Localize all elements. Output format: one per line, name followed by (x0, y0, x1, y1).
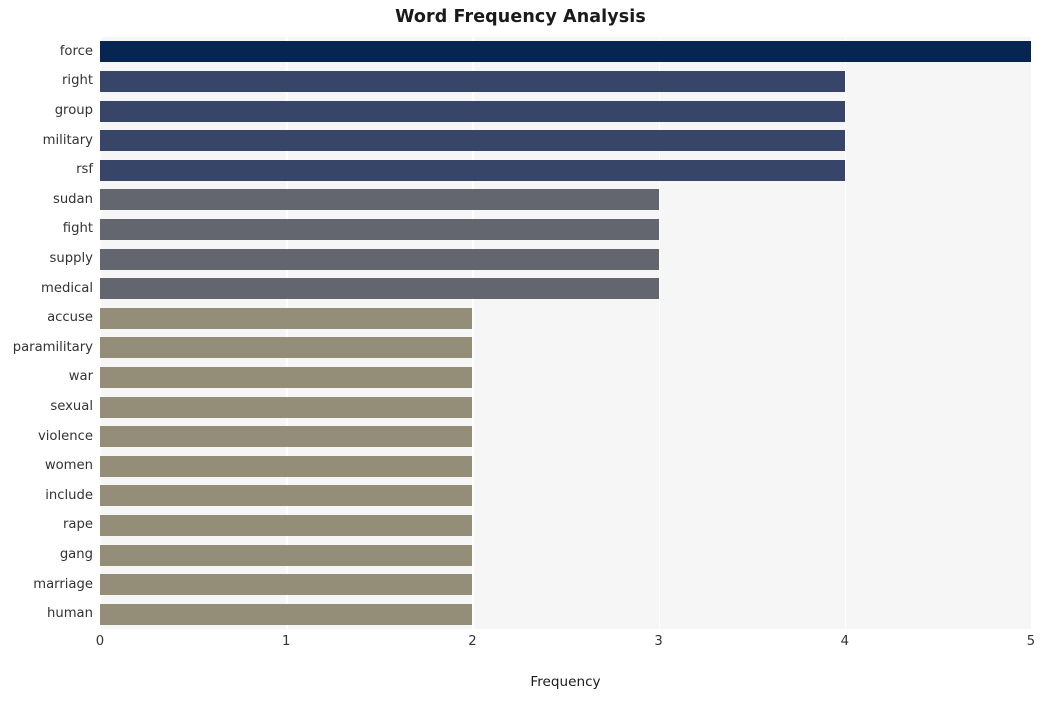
bar-row (100, 218, 1031, 240)
bar-row (100, 159, 1031, 181)
bar-row (100, 574, 1031, 596)
bar-row (100, 544, 1031, 566)
bar-row (100, 603, 1031, 625)
bar-row (100, 130, 1031, 152)
bar-row (100, 337, 1031, 359)
y-tick-label-women: women (44, 458, 93, 474)
x-axis-label: Frequency (530, 674, 601, 690)
y-tick-label-human: human (46, 606, 93, 622)
bar-sudan[interactable] (100, 189, 659, 211)
y-tick-label-fight: fight (62, 221, 93, 237)
y-tick-label-marriage: marriage (33, 576, 93, 592)
bar-row (100, 41, 1031, 63)
y-tick-label-right: right (62, 73, 93, 89)
bar-human[interactable] (100, 603, 473, 625)
x-tick-label-1: 1 (281, 634, 291, 649)
y-tick-label-sexual: sexual (50, 399, 93, 414)
bar-row (100, 189, 1031, 211)
bar-row (100, 248, 1031, 270)
y-tick-label-accuse: accuse (47, 310, 93, 326)
bar-row (100, 485, 1031, 507)
y-tick-label-rsf: rsf (76, 162, 93, 178)
bar-violence[interactable] (100, 426, 473, 448)
bar-paramilitary[interactable] (100, 337, 473, 359)
x-axis-tick-labels: 0 1 2 3 4 5 (0, 634, 1041, 658)
bar-row (100, 426, 1031, 448)
bar-force[interactable] (100, 41, 1031, 63)
bar-row (100, 307, 1031, 329)
bar-include[interactable] (100, 485, 473, 507)
y-tick-label-supply: supply (49, 251, 93, 266)
bar-military[interactable] (100, 130, 845, 152)
bar-right[interactable] (100, 70, 845, 92)
bar-supply[interactable] (100, 248, 659, 270)
bar-women[interactable] (100, 455, 473, 477)
bar-gang[interactable] (100, 544, 473, 566)
y-tick-label-rape: rape (63, 517, 93, 533)
y-tick-label-force: force (59, 43, 93, 59)
x-tick-label-3: 3 (654, 634, 663, 649)
bar-row (100, 100, 1031, 122)
y-tick-label-medical: medical (41, 280, 93, 296)
y-tick-label-paramilitary: paramilitary (12, 339, 93, 355)
bar-rape[interactable] (100, 514, 473, 536)
x-tick-label-5: 5 (1026, 634, 1036, 649)
y-tick-label-violence: violence (37, 428, 93, 444)
x-tick-label-0: 0 (95, 634, 105, 649)
y-tick-label-sudan: sudan (52, 191, 93, 207)
bar-series (100, 37, 1031, 629)
bar-group[interactable] (100, 100, 845, 122)
y-axis-tick-labels: force right group military rsf sudan fight supp… (0, 37, 93, 629)
bar-row (100, 366, 1031, 388)
bar-marriage[interactable] (100, 574, 473, 596)
bar-accuse[interactable] (100, 307, 473, 329)
gridline-x-5 (1031, 37, 1033, 629)
chart-figure: Word Frequency Analysis force right group m… (0, 0, 1041, 701)
bar-war[interactable] (100, 366, 473, 388)
x-tick-label-4: 4 (840, 634, 849, 649)
y-tick-label-military: military (42, 132, 93, 148)
x-tick-label-2: 2 (468, 634, 477, 649)
y-tick-label-gang: gang (59, 547, 93, 562)
bar-row (100, 70, 1031, 92)
chart-title: Word Frequency Analysis (395, 7, 646, 27)
bar-fight[interactable] (100, 218, 659, 240)
bar-row (100, 514, 1031, 536)
plot-area (100, 37, 1033, 629)
y-tick-label-group: group (54, 103, 93, 118)
bar-row (100, 278, 1031, 300)
bar-row (100, 455, 1031, 477)
bar-sexual[interactable] (100, 396, 473, 418)
bar-rsf[interactable] (100, 159, 845, 181)
y-tick-label-include: include (45, 487, 93, 503)
bar-row (100, 396, 1031, 418)
bar-medical[interactable] (100, 278, 659, 300)
y-tick-label-war: war (68, 369, 93, 385)
